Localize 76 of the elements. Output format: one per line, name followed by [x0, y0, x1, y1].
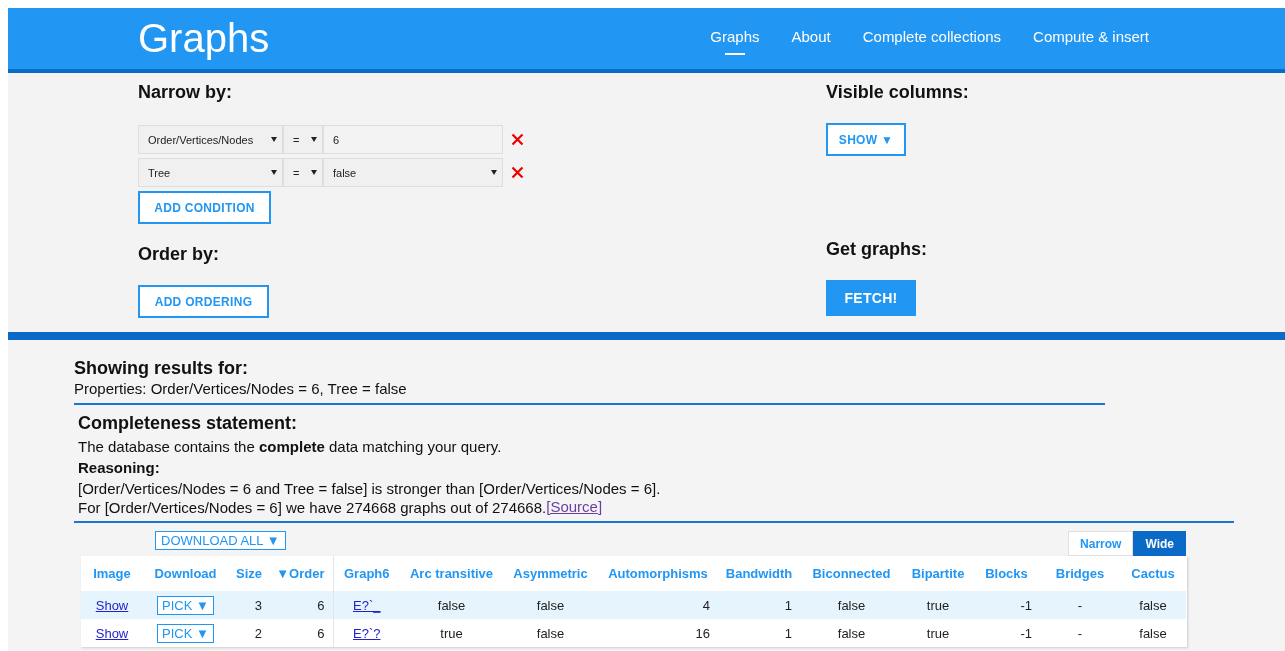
- column-header[interactable]: Asymmetric: [503, 556, 598, 591]
- show-link[interactable]: Show: [95, 625, 129, 641]
- section-heading: Showing results for:: [74, 358, 249, 379]
- table-cell: false: [1120, 591, 1186, 619]
- table-cell: 6: [270, 619, 333, 647]
- add-condition-button[interactable]: ADD CONDITION: [138, 191, 271, 224]
- table-cell: 1: [718, 591, 800, 619]
- column-header[interactable]: Bridges: [1040, 556, 1120, 591]
- graph6-link[interactable]: E?`?: [353, 625, 381, 641]
- table-cell: false: [400, 591, 503, 619]
- nav-link[interactable]: About: [791, 22, 831, 55]
- property-select[interactable]: Order/Vertices/Nodes: [138, 125, 283, 154]
- dropdown-arrow-icon: [271, 137, 277, 142]
- count-text: For [Order/Vertices/Nodes = 6] we have 274668 graphs out of 274668.: [78, 498, 547, 517]
- remove-icon[interactable]: [511, 166, 524, 179]
- reasoning-heading: Reasoning:: [78, 459, 161, 476]
- dropdown-arrow-icon: [311, 137, 317, 142]
- table-cell: false: [503, 619, 598, 647]
- table-cell: true: [903, 619, 973, 647]
- column-header[interactable]: Image: [81, 556, 143, 591]
- column-header[interactable]: Download: [143, 556, 228, 591]
- section-heading: Get graphs:: [826, 239, 928, 260]
- add-ordering-button[interactable]: ADD ORDERING: [138, 285, 269, 318]
- table-cell: 6: [270, 591, 333, 619]
- operator-select[interactable]: =: [283, 125, 323, 154]
- column-header[interactable]: Arc transitive: [400, 556, 503, 591]
- column-header[interactable]: Blocks: [973, 556, 1040, 591]
- column-header[interactable]: Size: [228, 556, 270, 591]
- table-cell: false: [1120, 619, 1186, 647]
- table-cell: -: [1040, 591, 1120, 619]
- property-select[interactable]: Tree: [138, 158, 283, 187]
- reasoning-text: [Order/Vertices/Nodes = 6 and Tree = false] is stronger than [Order/Vertices/Nodes = 6].: [78, 479, 662, 498]
- download-all-button[interactable]: DOWNLOAD ALL ▼: [155, 531, 286, 550]
- section-heading: Narrow by:: [138, 82, 234, 103]
- dropdown-arrow-icon: [271, 170, 277, 175]
- nav-link[interactable]: Graphs: [710, 22, 760, 55]
- statement-text: The database contains the complete data matching your query.: [78, 437, 503, 456]
- value-field[interactable]: 6: [323, 125, 503, 154]
- column-header[interactable]: Bipartite: [903, 556, 973, 591]
- column-header[interactable]: Biconnected: [800, 556, 903, 591]
- table-cell: 16: [598, 619, 718, 647]
- column-header[interactable]: Cactus: [1120, 556, 1186, 591]
- operator-select[interactable]: =: [283, 158, 323, 187]
- view-toggle-button[interactable]: Narrow: [1068, 531, 1134, 556]
- table-cell: 3: [228, 591, 270, 619]
- table-cell: false: [800, 591, 903, 619]
- remove-icon[interactable]: [511, 133, 524, 146]
- nav-link[interactable]: Complete collections: [862, 22, 1002, 55]
- nav-link[interactable]: Compute & insert: [1033, 22, 1149, 55]
- show-columns-button[interactable]: SHOW ▼: [826, 123, 906, 156]
- table-cell: 1: [718, 619, 800, 647]
- fetch-button[interactable]: FETCH!: [826, 280, 916, 316]
- table-cell: false: [503, 591, 598, 619]
- site-title: Graphs: [138, 16, 271, 61]
- dropdown-arrow-icon: [491, 170, 497, 175]
- table-cell: true: [400, 619, 503, 647]
- pick-button[interactable]: PICK ▼: [157, 623, 214, 643]
- table-cell: 4: [598, 591, 718, 619]
- table-cell: 2: [228, 619, 270, 647]
- column-header[interactable]: Bandwidth: [718, 556, 800, 591]
- value-select[interactable]: false: [323, 158, 503, 187]
- table-cell: -1: [973, 619, 1040, 647]
- section-heading: Order by:: [138, 244, 221, 265]
- dropdown-arrow-icon: [311, 170, 317, 175]
- pick-button[interactable]: PICK ▼: [157, 595, 214, 615]
- column-header[interactable]: Graph6: [333, 556, 400, 591]
- source-link[interactable]: [Source]: [546, 498, 603, 517]
- view-toggle-button[interactable]: Wide: [1133, 531, 1186, 556]
- column-header[interactable]: Automorphisms: [598, 556, 718, 591]
- table-cell: -: [1040, 619, 1120, 647]
- table-cell: false: [800, 619, 903, 647]
- section-heading: Completeness statement:: [78, 413, 299, 434]
- table-cell: true: [903, 591, 973, 619]
- properties-text: Properties: Order/Vertices/Nodes = 6, Tree = false: [74, 379, 408, 398]
- table-cell: -1: [973, 591, 1040, 619]
- section-heading: Visible columns:: [826, 82, 970, 103]
